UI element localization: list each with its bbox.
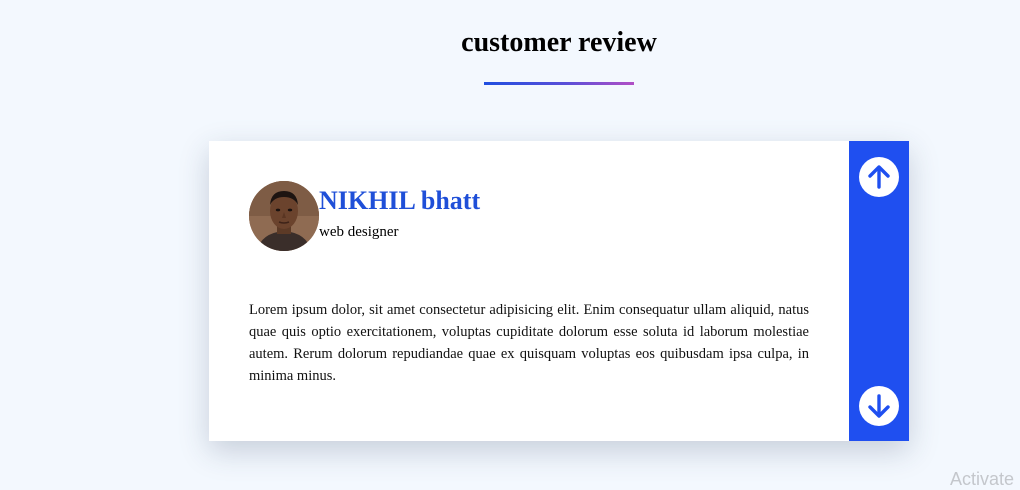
review-text: Lorem ipsum dolor, sit amet consectetur … <box>249 302 809 384</box>
arrow-down-icon <box>868 394 890 418</box>
review-body: NIKHIL bhatt web designer Lorem ipsum do… <box>209 141 849 441</box>
avatar-portrait <box>249 181 319 251</box>
title-underline <box>484 82 634 85</box>
next-review-button[interactable] <box>859 386 899 426</box>
arrow-up-icon <box>868 165 890 189</box>
reviewer-name: NIKHIL bhatt <box>319 186 481 215</box>
review-nav <box>849 141 909 441</box>
reviewer-role: web designer <box>319 224 399 240</box>
review-card: NIKHIL bhatt web designer Lorem ipsum do… <box>209 141 909 441</box>
avatar <box>249 181 319 251</box>
section-title: customer review <box>461 27 657 58</box>
previous-review-button[interactable] <box>859 157 899 197</box>
activation-watermark: Activate <box>950 469 1015 489</box>
